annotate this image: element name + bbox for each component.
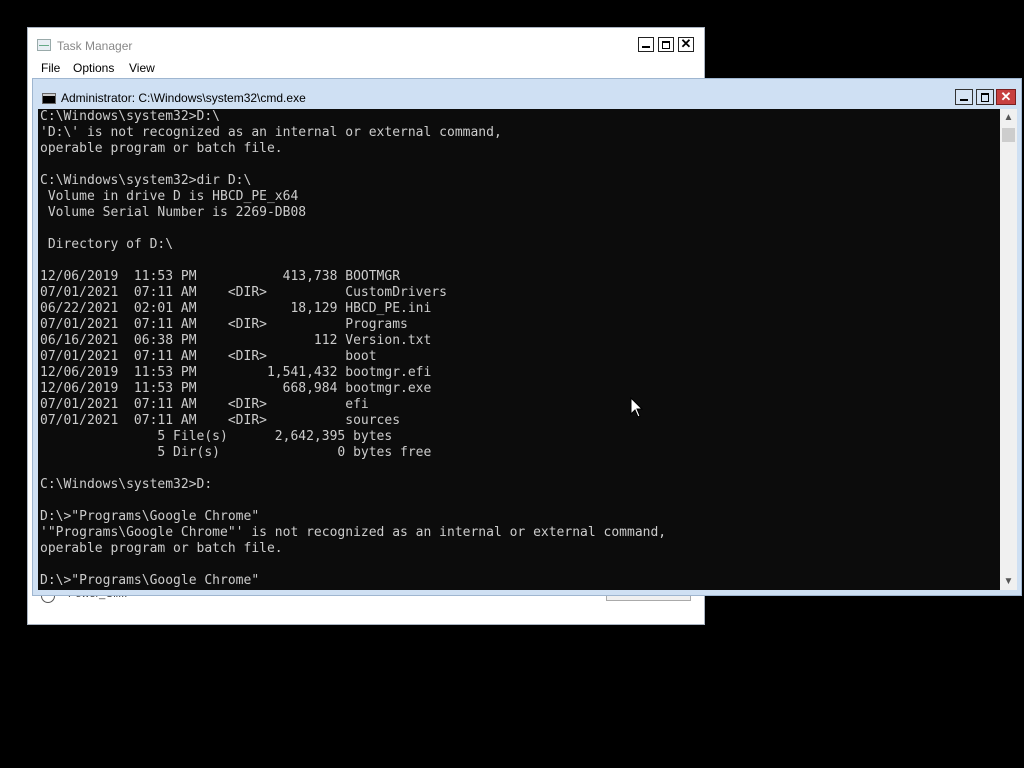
- menu-view[interactable]: View: [129, 61, 155, 75]
- console-line: 06/16/2021 06:38 PM 112 Version.txt: [40, 333, 432, 348]
- console-line: 5 File(s) 2,642,395 bytes: [40, 429, 393, 444]
- cmd-maximize-button[interactable]: [976, 89, 994, 105]
- menu-options[interactable]: Options: [73, 61, 114, 75]
- console-line: Volume in drive D is HBCD_PE_x64: [40, 189, 299, 204]
- console-line: 12/06/2019 11:53 PM 1,541,432 bootmgr.ef…: [40, 365, 432, 380]
- console-line: C:\Windows\system32>D:\: [40, 109, 221, 124]
- task-manager-close-button[interactable]: ✕: [678, 36, 694, 52]
- console-line: 07/01/2021 07:11 AM <DIR> efi: [40, 397, 369, 412]
- console-text: C:\Windows\system32>D:\ 'D:\' is not rec…: [38, 109, 1000, 589]
- task-manager-minimize-button[interactable]: [638, 37, 654, 52]
- task-manager-title: Task Manager: [57, 39, 133, 53]
- task-manager-icon: [37, 39, 51, 51]
- console-line: 07/01/2021 07:11 AM <DIR> CustomDrivers: [40, 285, 447, 300]
- console-line: 06/22/2021 02:01 AM 18,129 HBCD_PE.ini: [40, 301, 432, 316]
- console-line: Directory of D:\: [40, 237, 174, 252]
- console-scrollbar[interactable]: ▲ ▼: [1000, 109, 1017, 590]
- close-icon: ✕: [680, 36, 692, 51]
- console-line: 07/01/2021 07:11 AM <DIR> Programs: [40, 317, 408, 332]
- cmd-close-button[interactable]: ✕: [996, 89, 1016, 105]
- cmd-title: Administrator: C:\Windows\system32\cmd.e…: [61, 91, 306, 105]
- cmd-window[interactable]: Administrator: C:\Windows\system32\cmd.e…: [32, 78, 1022, 596]
- console-line: C:\Windows\system32>D:: [40, 477, 213, 492]
- console-line: operable program or batch file.: [40, 141, 283, 156]
- task-manager-maximize-button[interactable]: [658, 37, 674, 52]
- console-line: Volume Serial Number is 2269-DB08: [40, 205, 307, 220]
- task-manager-menubar: File Options View: [28, 58, 704, 78]
- console-line: 07/01/2021 07:11 AM <DIR> sources: [40, 413, 401, 428]
- scroll-down-arrow-icon[interactable]: ▼: [1000, 573, 1017, 590]
- console-line: D:\>"Programs\Google Chrome": [40, 509, 260, 524]
- console-line: 'D:\' is not recognized as an internal o…: [40, 125, 502, 140]
- cmd-minimize-button[interactable]: [955, 89, 973, 105]
- console-line: 12/06/2019 11:53 PM 668,984 bootmgr.exe: [40, 381, 432, 396]
- console-line: operable program or batch file.: [40, 541, 283, 556]
- close-icon: ✕: [1000, 89, 1012, 104]
- cmd-icon: [42, 93, 56, 104]
- task-manager-titlebar[interactable]: Task Manager ✕: [28, 28, 704, 58]
- mouse-pointer-icon: [630, 397, 643, 418]
- console-output[interactable]: C:\Windows\system32>D:\ 'D:\' is not rec…: [38, 109, 1000, 590]
- console-line: 12/06/2019 11:53 PM 413,738 BOOTMGR: [40, 269, 401, 284]
- console-line: 5 Dir(s) 0 bytes free: [40, 445, 432, 460]
- menu-file[interactable]: File: [41, 61, 60, 75]
- console-line: '"Programs\Google Chrome"' is not recogn…: [40, 525, 667, 540]
- console-line: C:\Windows\system32>dir D:\: [40, 173, 252, 188]
- cmd-titlebar[interactable]: Administrator: C:\Windows\system32\cmd.e…: [33, 79, 1021, 109]
- scroll-up-arrow-icon[interactable]: ▲: [1000, 109, 1017, 126]
- console-line: D:\>"Programs\Google Chrome": [40, 573, 260, 588]
- scroll-thumb[interactable]: [1002, 128, 1015, 142]
- console-line: 07/01/2021 07:11 AM <DIR> boot: [40, 349, 377, 364]
